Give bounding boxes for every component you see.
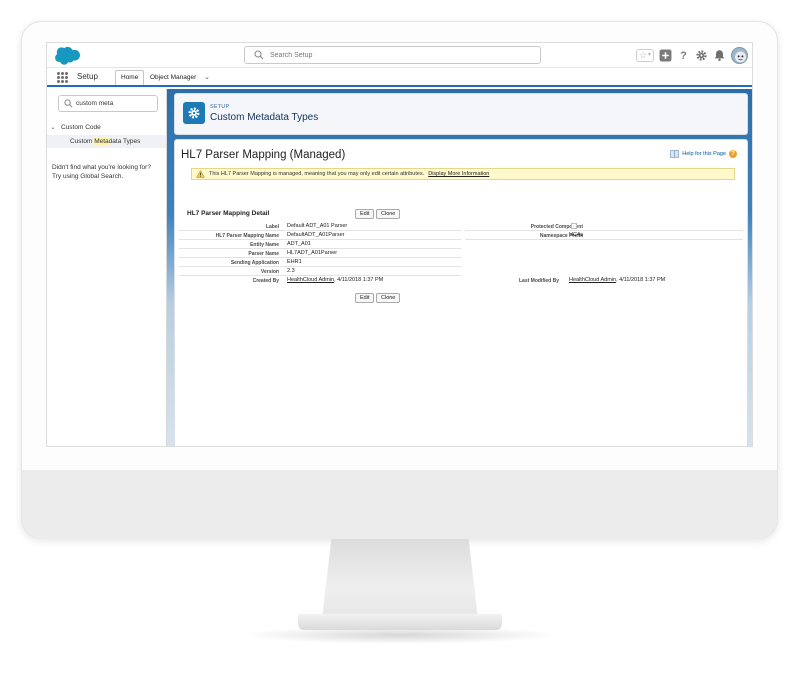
global-header: ☆ ▾ ? (47, 43, 752, 68)
app-launcher-icon[interactable] (57, 72, 68, 83)
modified-by-date: , 4/11/2018 1:37 PM (616, 277, 666, 283)
chevron-down-icon[interactable]: ⌄ (49, 124, 57, 131)
field-value: ADT_A01 (287, 241, 311, 247)
global-search-input[interactable] (270, 48, 530, 62)
field-row-mapping-name: HL7 Parser Mapping Name DefaultADT_A01Pa… (175, 231, 749, 240)
notifications-bell-icon[interactable] (713, 49, 726, 62)
header-utility-icons: ☆ ▾ ? (635, 45, 748, 66)
favorites-star-icon[interactable]: ☆ (639, 50, 647, 61)
notice-text: This HL7 Parser Mapping is managed, mean… (209, 171, 425, 177)
help-line-1: Didn't find what you're looking for? (52, 164, 151, 171)
app-name: Setup (77, 72, 98, 81)
created-by-value: HealthCloud Admin, 4/11/2018 1:37 PM (287, 277, 383, 283)
sidebar-help-text: Didn't find what you're looking for? Try… (52, 163, 162, 181)
search-icon (64, 99, 73, 108)
setup-page-header: SETUP Custom Metadata Types (174, 93, 748, 135)
workspace: ⌄ Custom Code Custom Metadata Types Didn… (47, 89, 752, 446)
page-title: Custom Metadata Types (210, 112, 319, 123)
field-row-version: Version 2.3 (175, 267, 749, 276)
managed-notice: This HL7 Parser Mapping is managed, mean… (191, 168, 735, 180)
field-value: Default ADT_A01 Parser (287, 223, 348, 229)
search-icon (254, 50, 264, 60)
field-row-created-modified: Created By HealthCloud Admin, 4/11/2018 … (175, 276, 749, 285)
protected-component-checkbox (571, 223, 577, 229)
created-by-date: , 4/11/2018 1:37 PM (334, 277, 384, 283)
salesforce-cloud-logo[interactable] (52, 46, 80, 65)
tab-home[interactable]: Home (115, 70, 145, 85)
created-by-user-link[interactable]: HealthCloud Admin (287, 277, 334, 283)
field-row-sending-application: Sending Application EHR1 (175, 258, 749, 267)
user-avatar[interactable] (731, 47, 748, 64)
setup-gear-icon (183, 102, 205, 124)
field-row-entity-name: Entity Name ADT_A01 (175, 240, 749, 249)
field-value: EHR1 (287, 259, 302, 265)
warning-icon (196, 170, 205, 178)
field-value: HC4a (569, 232, 584, 238)
help-question-icon[interactable]: ? (729, 150, 737, 158)
detail-panel: HL7 Parser Mapping (Managed) Help for th… (174, 139, 749, 446)
quick-find[interactable] (58, 95, 158, 112)
help-for-page-link[interactable]: Help for this Page ? (670, 150, 737, 158)
help-book-icon (670, 150, 680, 158)
favorites-chevron-icon[interactable]: ▾ (648, 50, 651, 61)
sidebar-item-custom-metadata-types[interactable]: Custom Metadata Types (47, 135, 166, 148)
edit-button-bottom[interactable]: Edit (355, 293, 375, 303)
global-search[interactable] (244, 46, 541, 64)
tab-home-label: Home (121, 74, 139, 81)
help-line-2: Try using Global Search. (52, 173, 124, 180)
sidebar-item-label-end: data Types (108, 138, 141, 145)
help-link-label[interactable]: Help for this Page (682, 151, 726, 157)
edit-button-top[interactable]: Edit (355, 209, 375, 219)
sidebar-item-label: Custom Code (61, 124, 101, 131)
gear-icon[interactable] (695, 49, 708, 62)
quick-find-input[interactable] (76, 98, 154, 109)
setup-sidebar: ⌄ Custom Code Custom Metadata Types Didn… (47, 89, 167, 446)
search-highlight: Meta (94, 138, 109, 145)
tab-object-manager[interactable]: Object Manager ⌄ (145, 70, 215, 85)
field-label: Created By (252, 278, 279, 284)
clone-button-top[interactable]: Clone (376, 209, 401, 219)
help-icon[interactable]: ? (677, 49, 690, 62)
monitor-stand-base (298, 614, 502, 630)
field-label: Last Modified By (518, 278, 559, 284)
setup-eyebrow: SETUP (210, 104, 230, 110)
record-title: HL7 Parser Mapping (Managed) (181, 149, 346, 161)
field-value: 2.3 (287, 268, 295, 274)
display-more-info-link[interactable]: Display More Information (428, 171, 489, 177)
field-value: DefaultADT_A01Parser (287, 232, 345, 238)
tab-object-manager-label: Object Manager (150, 74, 197, 81)
field-row-parser-name: Parser Name HL7ADT_A01Parser (175, 249, 749, 258)
modified-by-user-link[interactable]: HealthCloud Admin (569, 277, 616, 283)
modified-by-value: HealthCloud Admin, 4/11/2018 1:37 PM (569, 277, 665, 283)
monitor-chin (22, 470, 777, 539)
field-row-label: Label Default ADT_A01 Parser Protected C… (175, 222, 749, 231)
monitor-screen: ☆ ▾ ? (46, 42, 753, 447)
sidebar-item-custom-code[interactable]: ⌄ Custom Code (49, 124, 101, 131)
favorites-group[interactable]: ☆ ▾ (635, 49, 654, 62)
monitor-stand-neck (322, 539, 478, 619)
section-title: HL7 Parser Mapping Detail (187, 210, 270, 217)
sidebar-item-label-start: Custom (70, 138, 95, 145)
avatar-astro-icon (735, 51, 746, 63)
field-value: HL7ADT_A01Parser (287, 250, 338, 256)
setup-nav-bar: Setup Home Object Manager ⌄ (47, 68, 752, 87)
global-create-icon[interactable] (659, 49, 672, 62)
clone-button-bottom[interactable]: Clone (376, 293, 401, 303)
chevron-down-icon[interactable]: ⌄ (204, 73, 210, 81)
